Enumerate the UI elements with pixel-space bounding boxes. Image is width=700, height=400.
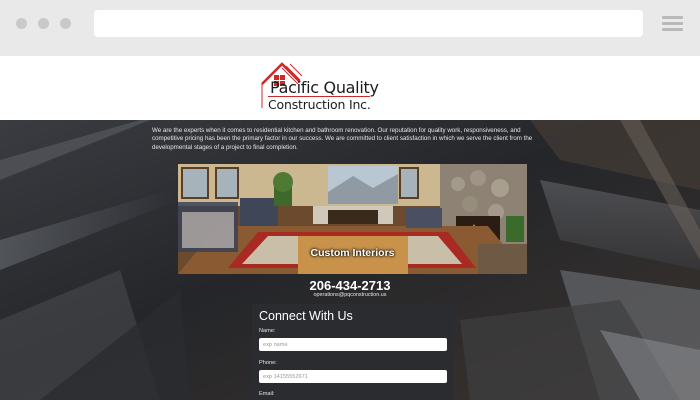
window-close-dot[interactable]: [16, 18, 27, 29]
page-viewport: Pacific Quality Construction Inc. We are…: [0, 56, 700, 400]
hero-image[interactable]: Custom Interiors: [178, 164, 527, 274]
address-bar[interactable]: [94, 10, 643, 37]
contact-email[interactable]: operations@pqconstruction.us: [0, 292, 700, 298]
browser-toolbar: [0, 0, 700, 56]
phone-input[interactable]: [259, 370, 447, 383]
window-maximize-dot[interactable]: [60, 18, 71, 29]
name-input[interactable]: [259, 338, 447, 351]
hero-caption: Custom Interiors: [310, 247, 395, 259]
email-label: Email:: [259, 391, 275, 397]
logo-title: Pacific Quality: [270, 78, 379, 97]
intro-paragraph: We are the experts when it comes to resi…: [152, 127, 533, 151]
phone-label: Phone:: [259, 360, 277, 366]
logo-subtitle: Construction Inc.: [268, 97, 371, 112]
contact-form: Connect With Us Name: Phone: Email:: [252, 304, 453, 400]
hamburger-menu-icon[interactable]: [662, 16, 683, 32]
form-title: Connect With Us: [259, 309, 353, 323]
window-minimize-dot[interactable]: [38, 18, 49, 29]
name-label: Name:: [259, 328, 276, 334]
phone-number[interactable]: 206-434-2713: [0, 278, 700, 293]
